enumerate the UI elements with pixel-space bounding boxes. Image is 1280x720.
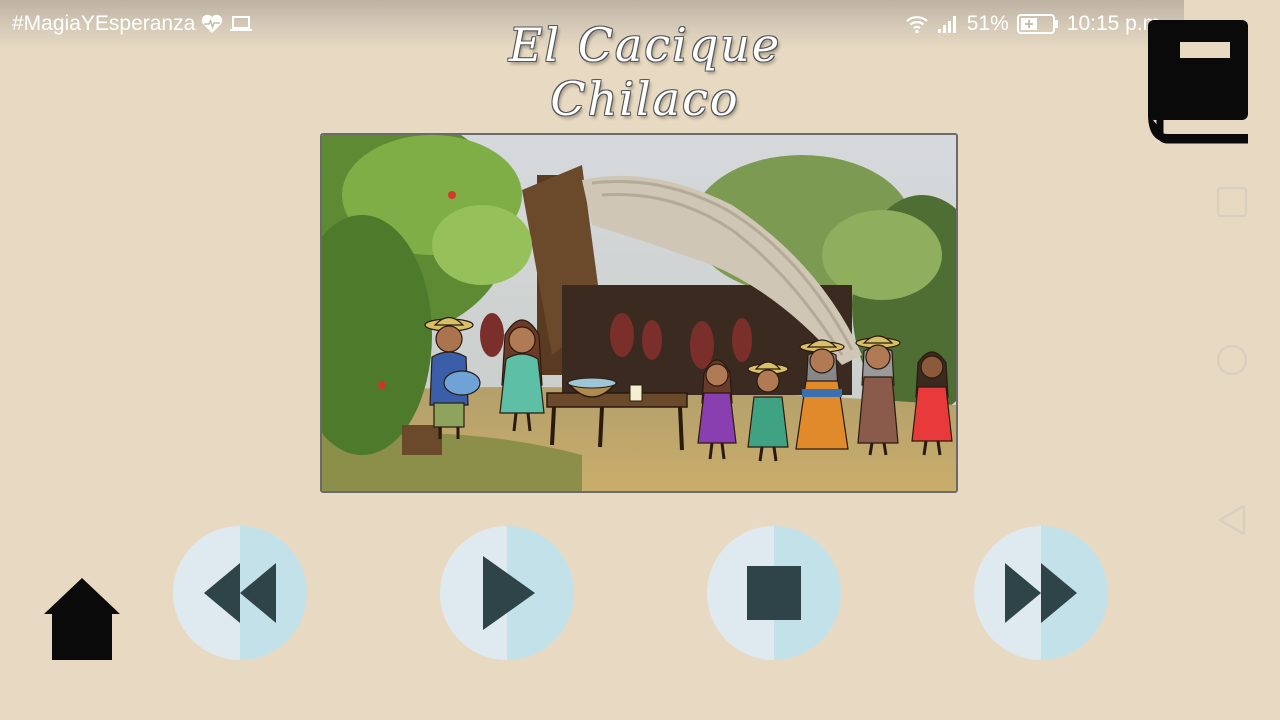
play-icon xyxy=(483,556,535,630)
story-illustration xyxy=(320,133,958,493)
character-girl-red xyxy=(911,351,953,456)
back-system-button[interactable] xyxy=(1214,502,1250,538)
battery-percent: 51% xyxy=(966,12,1009,35)
status-left: #MagiaYEsperanza xyxy=(12,12,253,36)
book-button[interactable] xyxy=(1146,18,1250,144)
rewind-icon xyxy=(204,563,276,623)
wifi-icon xyxy=(905,14,929,34)
home-system-button[interactable] xyxy=(1214,342,1250,378)
back-triangle-icon xyxy=(1218,504,1246,536)
stop-icon xyxy=(747,566,801,620)
book-icon xyxy=(1148,20,1248,144)
fast-forward-button[interactable] xyxy=(974,526,1108,660)
home-icon xyxy=(44,578,120,660)
play-button[interactable] xyxy=(440,526,574,660)
heart-pulse-icon xyxy=(201,14,223,34)
laptop-icon xyxy=(229,15,253,33)
fast-forward-icon xyxy=(1005,563,1077,623)
stop-button[interactable] xyxy=(707,526,841,660)
recents-button[interactable] xyxy=(1214,184,1250,220)
page-title: El Cacique Chilaco xyxy=(508,18,782,126)
circle-home-icon xyxy=(1216,344,1248,376)
recents-icon xyxy=(1216,186,1248,218)
signal-icon xyxy=(937,14,959,34)
status-right: 51% 10:15 p.m. xyxy=(905,12,1166,36)
hashtag-text: #MagiaYEsperanza xyxy=(12,12,196,35)
rewind-button[interactable] xyxy=(173,526,307,660)
battery-charging-icon xyxy=(1016,13,1059,35)
system-nav-bar xyxy=(1184,150,1280,570)
home-button[interactable] xyxy=(42,576,122,662)
